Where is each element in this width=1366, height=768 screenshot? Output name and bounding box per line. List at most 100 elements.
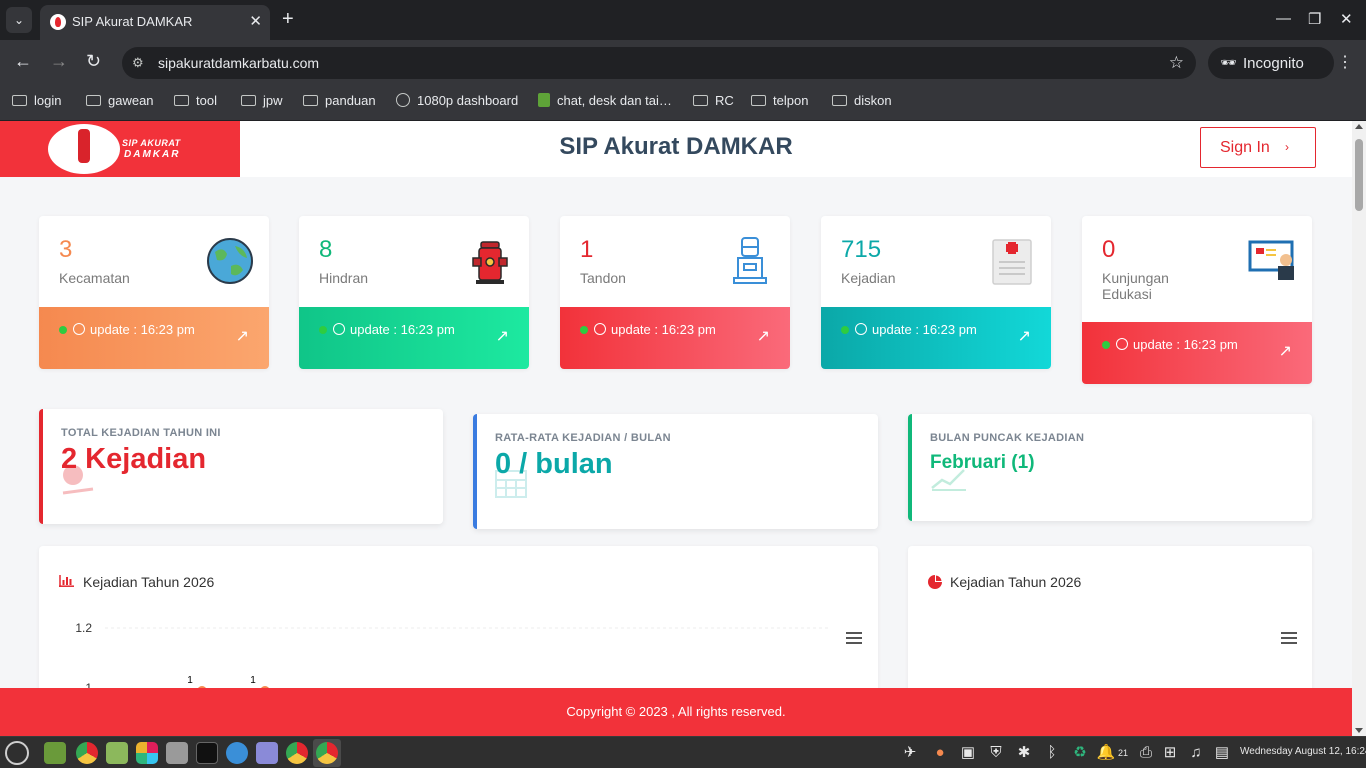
taskbar-clock[interactable]: Wednesday August 12, 16:24 (1240, 746, 1366, 757)
stat-footer: update : 16:23 pm ↗ (1082, 322, 1312, 384)
close-tab-icon[interactable]: ✕ (249, 12, 262, 30)
folder-icon (174, 95, 189, 106)
site-info-icon[interactable]: ⚙ (132, 55, 144, 71)
trend-up-icon: ↗ (1017, 328, 1031, 345)
files-icon[interactable] (106, 742, 128, 764)
bookmark-gawean[interactable]: gawean (86, 93, 154, 108)
stat-value: 3 (59, 236, 73, 263)
page-scrollbar[interactable] (1352, 121, 1366, 736)
status-dot-icon (841, 326, 849, 334)
stat-footer: update : 16:23 pm ↗ (560, 307, 790, 369)
notification-icon[interactable]: 🔔 (1096, 743, 1116, 763)
sound-icon[interactable]: ♫ (1186, 743, 1206, 763)
stat-label: Kecamatan (59, 270, 130, 286)
incognito-badge[interactable]: 🕶 Incognito (1208, 47, 1334, 79)
hydrant-icon (472, 241, 508, 284)
folder-icon (832, 95, 847, 106)
stat-card-kunjungan-edukasi: 0 Kunjungan Edukasi update : 16:23 pm ↗ (1082, 216, 1312, 384)
bookmark-1080p-dashboard[interactable]: 1080p dashboard (396, 93, 518, 108)
sign-in-button[interactable]: Sign In › (1200, 127, 1316, 168)
stat-value: 1 (580, 236, 594, 263)
scroll-up-icon[interactable] (1355, 124, 1363, 129)
trend-up-icon: ↗ (235, 328, 249, 345)
scroll-down-icon[interactable] (1355, 728, 1363, 733)
chrome-icon[interactable] (76, 742, 98, 764)
terminal-icon[interactable] (196, 742, 218, 764)
bookmark-panduan[interactable]: panduan (303, 93, 376, 108)
status-dot-icon (59, 326, 67, 334)
slack-icon[interactable] (136, 742, 158, 764)
text-editor-icon[interactable] (256, 742, 278, 764)
stat-label: Kejadian (841, 270, 896, 286)
site-header: SIP AKURAT DAMKAR SIP Akurat DAMKAR Sign… (0, 121, 1352, 177)
bookmark-telpon[interactable]: telpon (751, 93, 808, 108)
chart-menu-icon[interactable] (1281, 632, 1297, 645)
bookmark-rc[interactable]: RC (693, 93, 734, 108)
browser-menu-icon[interactable]: ⋮ (1337, 52, 1353, 72)
update-manager-icon[interactable]: ♻ (1070, 743, 1090, 763)
browser-tab[interactable]: SIP Akurat DAMKAR ✕ (40, 5, 270, 40)
address-bar[interactable]: ⚙ sipakuratdamkarbatu.com ☆ (122, 47, 1196, 79)
water-tank-icon (733, 237, 767, 284)
network-app-icon[interactable] (226, 742, 248, 764)
scroll-thumb[interactable] (1355, 139, 1363, 211)
satellite-tray-icon[interactable]: ✈ (900, 743, 920, 763)
status-dot-icon (319, 326, 327, 334)
line-chart-panel: Kejadian Tahun 2026 1.2 1 1 1 (39, 546, 878, 706)
battery-icon[interactable]: ▤ (1212, 743, 1232, 763)
trend-up-icon: ↗ (756, 328, 770, 345)
minimize-icon[interactable]: — (1276, 10, 1291, 27)
bookmark-diskon[interactable]: diskon (832, 93, 892, 108)
bookmark-label: panduan (325, 93, 376, 108)
globe-icon (396, 93, 410, 107)
mint-menu-icon[interactable] (5, 741, 29, 765)
trend-chart-icon (931, 469, 966, 491)
shopify-icon (538, 93, 550, 107)
flame-tray-icon[interactable]: ● (930, 743, 950, 763)
forward-arrow-icon[interactable]: → (50, 52, 68, 70)
bookmark-star-icon[interactable]: ☆ (1169, 53, 1184, 73)
folder-icon (693, 95, 708, 106)
back-arrow-icon[interactable]: ← (14, 52, 32, 70)
shield-tray-icon[interactable]: ⛨ (986, 743, 1006, 763)
update-text: update : 16:23 pm (611, 322, 716, 337)
satellite-icon[interactable] (166, 742, 188, 764)
bluetooth-icon[interactable]: ᛒ (1042, 743, 1062, 763)
show-desktop-icon[interactable] (44, 742, 66, 764)
site-favicon-icon (50, 14, 66, 30)
bar-chart-icon (59, 575, 74, 587)
clipboard-tray-icon[interactable]: ▣ (958, 743, 978, 763)
reload-icon[interactable]: ↻ (86, 52, 101, 70)
new-tab-button[interactable]: + (282, 9, 294, 29)
stat-label: Tandon (580, 270, 626, 286)
stat-footer: update : 16:23 pm ↗ (39, 307, 269, 369)
bookmark-chat-desk[interactable]: chat, desk dan tai… (538, 93, 672, 108)
network-icon[interactable]: ⊞ (1160, 743, 1180, 763)
bookmark-label: 1080p dashboard (417, 93, 519, 108)
close-window-icon[interactable]: ✕ (1340, 10, 1353, 28)
stat-footer: update : 16:23 pm ↗ (299, 307, 529, 369)
bookmarks-bar: login gawean tool jpw panduan 1080p dash… (0, 86, 1366, 121)
stat-label: Kunjungan Edukasi (1102, 270, 1169, 302)
slack-tray-icon[interactable]: ✱ (1014, 743, 1034, 763)
maximize-icon[interactable]: ❐ (1308, 10, 1321, 28)
bookmark-tool[interactable]: tool (174, 93, 217, 108)
chrome-icon[interactable] (316, 742, 338, 764)
chrome-icon[interactable] (286, 742, 308, 764)
bookmark-label: jpw (263, 93, 283, 108)
calendar-icon (495, 470, 527, 498)
update-text: update : 16:23 pm (90, 322, 195, 337)
teacher-icon (1248, 240, 1294, 280)
summary-label: BULAN PUNCAK KEJADIAN (930, 432, 1085, 444)
incognito-label: Incognito (1243, 55, 1304, 72)
y-tick-label: 1.2 (75, 621, 92, 635)
bookmark-jpw[interactable]: jpw (241, 93, 283, 108)
tab-title: SIP Akurat DAMKAR (72, 14, 193, 29)
bookmark-label: tool (196, 93, 217, 108)
trend-up-icon: ↗ (1278, 343, 1292, 360)
bookmark-login[interactable]: login (12, 93, 61, 108)
url-text[interactable]: sipakuratdamkarbatu.com (158, 55, 319, 71)
clock-icon (1116, 338, 1128, 350)
tab-search-button[interactable]: ⌄ (6, 7, 32, 33)
printer-icon[interactable]: ⎙ (1136, 743, 1156, 763)
